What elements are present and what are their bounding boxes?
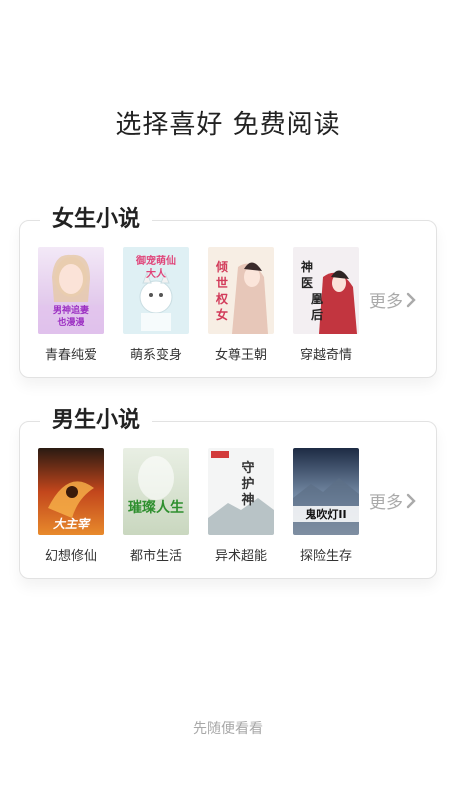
book-cover[interactable]: 守 护 神	[208, 448, 274, 535]
svg-text:也漫漫: 也漫漫	[57, 316, 85, 328]
book-item-dushi[interactable]: 璀璨人生 都市生活	[123, 448, 189, 564]
book-cover[interactable]: 御宠萌仙 大人	[123, 247, 189, 334]
female-novel-section: 女生小说 男神追妻 也漫漫 青春纯爱 御宠萌仙 大人 萌系变身 倾 世 权 女 …	[19, 205, 437, 378]
book-label: 萌系变身	[129, 348, 182, 363]
svg-text:璀璨人生: 璀璨人生	[128, 499, 184, 516]
svg-text:后: 后	[311, 307, 323, 322]
svg-text:守: 守	[241, 460, 254, 476]
page-title: 选择喜好 免费阅读	[115, 110, 341, 140]
book-cover[interactable]: 鬼吹灯II	[293, 448, 359, 535]
book-cover[interactable]: 璀璨人生	[123, 448, 189, 535]
book-cover[interactable]: 神 医 凰 后	[293, 247, 359, 334]
book-cover[interactable]: 倾 世 权 女	[208, 247, 274, 334]
book-label: 幻想修仙	[44, 549, 97, 564]
svg-text:大人: 大人	[146, 267, 167, 280]
male-novel-section: 男生小说 大主宰 幻想修仙 璀璨人生 都市生活 守 护 神 异术超能 鬼吹灯II…	[19, 406, 437, 579]
book-label: 探险生存	[299, 549, 352, 564]
chevron-right-icon	[406, 292, 416, 307]
svg-text:神: 神	[241, 492, 254, 508]
book-item-qingchun[interactable]: 男神追妻 也漫漫 青春纯爱	[38, 247, 104, 363]
svg-text:男神追妻: 男神追妻	[53, 304, 89, 316]
book-label: 异术超能	[214, 549, 267, 564]
svg-text:倾: 倾	[215, 259, 228, 274]
book-item-huanxiang[interactable]: 大主宰 幻想修仙	[38, 448, 104, 564]
book-item-chuanyue[interactable]: 神 医 凰 后 穿越奇情	[293, 247, 359, 363]
male-more-button[interactable]: 更多	[369, 488, 417, 513]
svg-text:御宠萌仙: 御宠萌仙	[135, 254, 176, 267]
book-label: 都市生活	[129, 549, 182, 564]
svg-text:大主宰: 大主宰	[53, 517, 91, 531]
svg-text:凰: 凰	[311, 292, 323, 306]
book-item-nvzun[interactable]: 倾 世 权 女 女尊王朝	[208, 247, 274, 363]
book-item-yishu[interactable]: 守 护 神 异术超能	[208, 448, 274, 564]
female-section-title: 女生小说	[40, 205, 153, 235]
book-cover[interactable]: 男神追妻 也漫漫	[38, 247, 104, 334]
book-label: 女尊王朝	[214, 348, 267, 363]
female-more-button[interactable]: 更多	[369, 287, 417, 312]
svg-text:鬼吹灯II: 鬼吹灯II	[305, 507, 346, 521]
skip-link[interactable]: 先随便看看	[0, 718, 456, 738]
book-cover[interactable]: 大主宰	[38, 448, 104, 535]
male-section-title: 男生小说	[40, 406, 153, 436]
more-label: 更多	[369, 292, 403, 312]
svg-text:世: 世	[216, 275, 228, 290]
chevron-right-icon	[406, 493, 416, 508]
svg-text:医: 医	[301, 276, 313, 290]
book-item-mengxi[interactable]: 御宠萌仙 大人 萌系变身	[123, 247, 189, 363]
svg-text:护: 护	[241, 476, 254, 492]
book-label: 穿越奇情	[299, 348, 352, 363]
more-label: 更多	[369, 493, 403, 513]
svg-text:权: 权	[215, 291, 229, 306]
svg-text:神: 神	[301, 259, 313, 274]
svg-text:女: 女	[216, 307, 228, 322]
book-item-tanxian[interactable]: 鬼吹灯II 探险生存	[293, 448, 359, 564]
book-label: 青春纯爱	[44, 348, 97, 363]
